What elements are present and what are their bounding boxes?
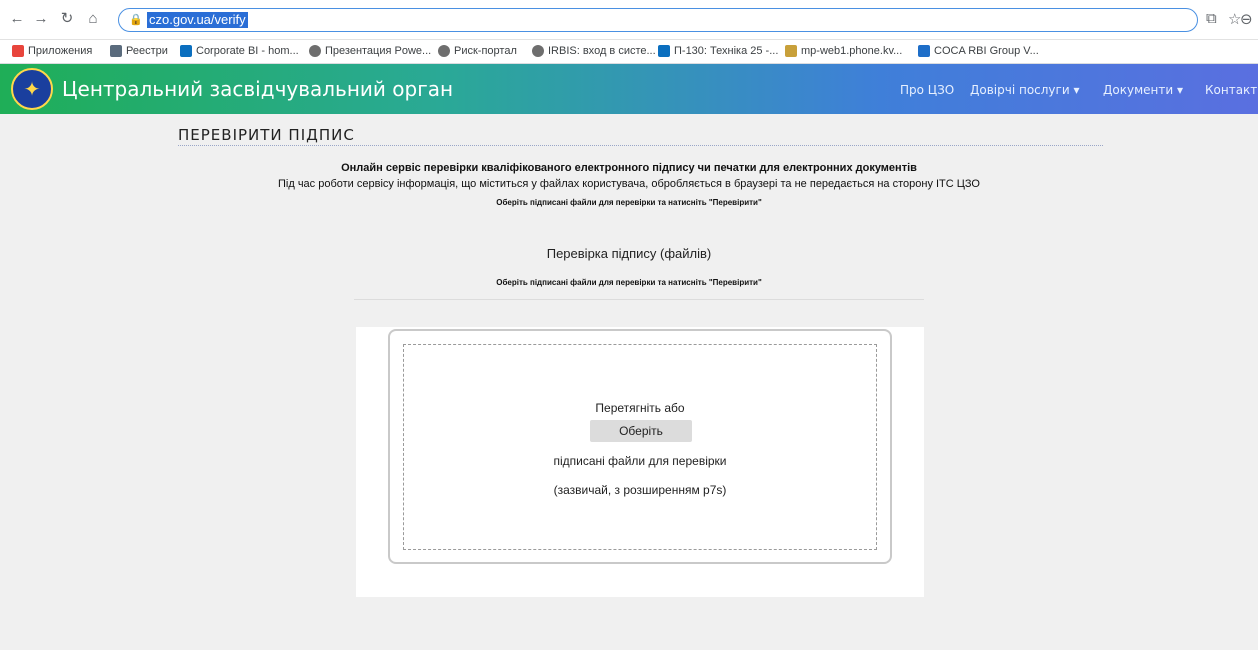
globe-icon [532, 45, 544, 57]
phone-icon [785, 45, 797, 57]
url-text[interactable]: czo.gov.ua/verify [147, 12, 248, 28]
title-divider [178, 145, 1103, 146]
site-title[interactable]: Центральний засвідчувальний орган [62, 77, 453, 101]
nav-documents[interactable]: Документи ▾ [1103, 83, 1183, 97]
word-icon [918, 45, 930, 57]
home-icon[interactable]: ⌂ [84, 10, 102, 28]
apps-grid-icon [12, 45, 24, 57]
globe-icon [438, 45, 450, 57]
bookmark-apps[interactable]: Приложения [12, 45, 92, 57]
czo-logo-icon[interactable]: ✦ [11, 68, 53, 110]
bookmarks-bar: Приложения Реестри Corporate BI - hom...… [0, 40, 1258, 64]
sharepoint-icon [180, 45, 192, 57]
service-description: Онлайн сервіс перевірки кваліфікованого … [341, 162, 917, 174]
choose-files-button[interactable]: Оберіть [590, 420, 692, 442]
forward-icon[interactable]: → [32, 10, 50, 28]
drag-text: Перетягніть або [595, 401, 685, 415]
nav-contacts[interactable]: Контакти [1205, 83, 1258, 97]
nav-trust-services[interactable]: Довірчі послуги ▾ [970, 83, 1079, 97]
files-text: підписані файли для перевірки [553, 454, 727, 468]
privacy-note: Під час роботи сервісу інформація, що мі… [278, 178, 980, 190]
bookmark-coca[interactable]: COCA RBI Group V... [918, 45, 1039, 57]
lock-icon: 🔒 [129, 14, 143, 26]
sharepoint-icon [658, 45, 670, 57]
file-dropzone[interactable]: Перетягніть або Оберіть підписані файли … [388, 329, 892, 564]
bookmark-p130[interactable]: П-130: Техніка 25 -... [658, 45, 778, 57]
site-header: ✦ Центральний засвідчувальний орган Про … [0, 64, 1258, 114]
page-title: ПЕРЕВІРИТИ ПІДПИС [178, 126, 355, 144]
address-bar[interactable]: 🔒 czo.gov.ua/verify [118, 8, 1198, 32]
bookmark-risk-portal[interactable]: Риск-портал [438, 45, 517, 57]
back-icon[interactable]: ← [8, 10, 26, 28]
extension-hint: (зазвичай, з розширенням p7s) [553, 483, 727, 497]
dropzone-dashed-area[interactable]: Перетягніть або Оберіть підписані файли … [403, 344, 877, 550]
verify-section-title: Перевірка підпису (файлів) [546, 246, 712, 261]
reload-icon[interactable]: ↻ [58, 10, 76, 28]
bookmark-mp-web1[interactable]: mp-web1.phone.kv... [785, 45, 902, 57]
bookmark-corporate-bi[interactable]: Corporate BI - hom... [180, 45, 299, 57]
verify-instruction: Оберіть підписані файли для перевірки та… [496, 278, 762, 287]
globe-icon [309, 45, 321, 57]
bookmark-registry[interactable]: Реестри [110, 45, 168, 57]
bookmark-presentation[interactable]: Презентация Powe... [309, 45, 431, 57]
document-icon [110, 45, 122, 57]
nav-about[interactable]: Про ЦЗО [900, 83, 954, 97]
upload-panel: Перетягніть або Оберіть підписані файли … [356, 327, 924, 597]
translate-icon[interactable]: ⧉ [1206, 10, 1217, 27]
bookmark-irbis[interactable]: IRBIS: вход в систе... [532, 45, 656, 57]
profile-icon[interactable]: ⊖ [1240, 10, 1253, 28]
select-files-hint: Оберіть підписані файли для перевірки та… [496, 198, 762, 207]
section-divider [354, 299, 924, 300]
browser-toolbar: ← → ↻ ⌂ 🔒 czo.gov.ua/verify ⧉ ☆ ⊖ [0, 0, 1258, 40]
